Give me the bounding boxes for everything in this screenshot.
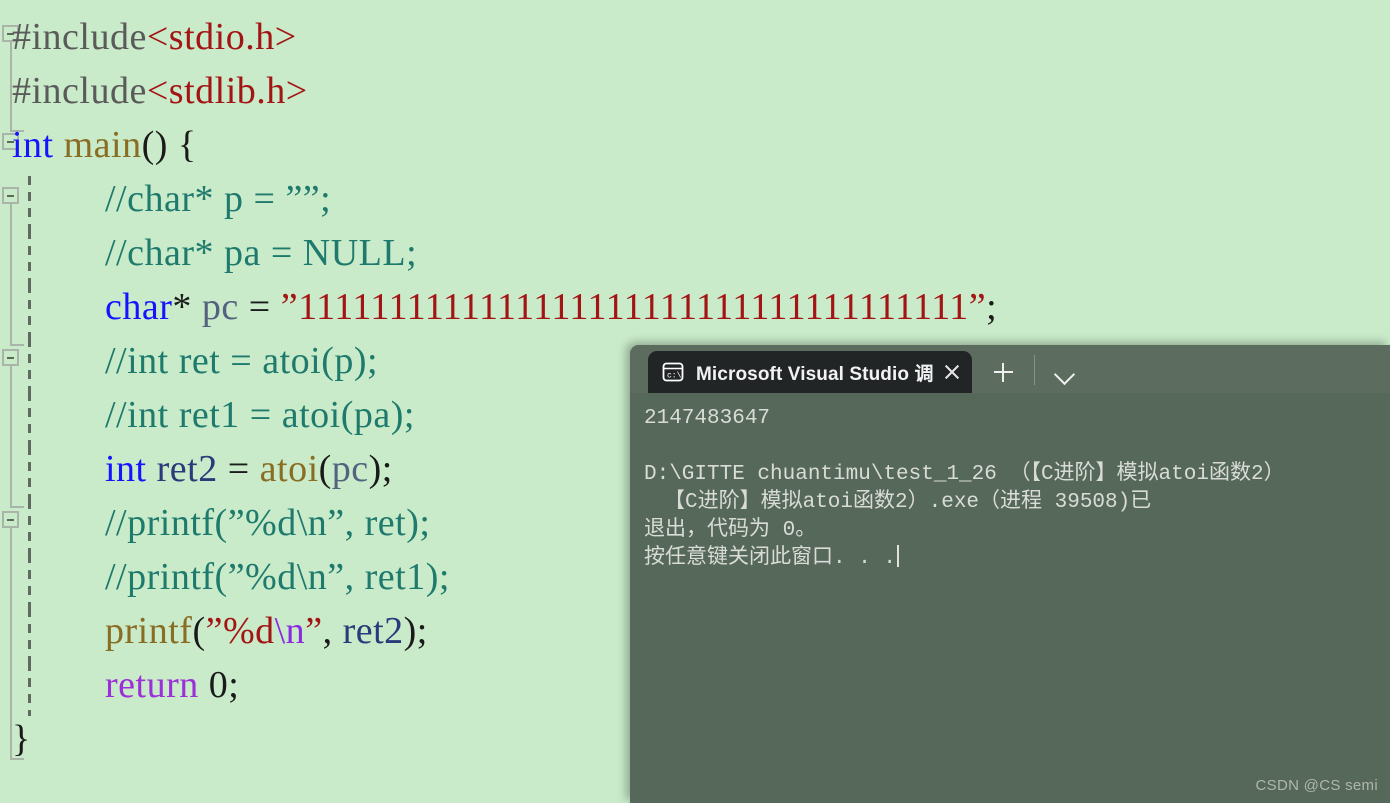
code-line[interactable]: //char* pa = NULL; (0, 226, 1390, 280)
chevron-down-icon[interactable] (1047, 355, 1081, 389)
code-line[interactable]: //char* p = ””; (0, 172, 1390, 226)
console-cmd-icon: c:\ (662, 361, 684, 383)
code-token: * (172, 286, 202, 328)
code-token: ” (305, 610, 323, 652)
code-token: ; (228, 664, 240, 706)
indent-guide (28, 338, 31, 392)
code-token: ); (403, 610, 428, 652)
console-output[interactable]: 2147483647 D:\GITTE chuantimu\test_1_26 （… (630, 393, 1390, 803)
console-line-text: D:\GITTE chuantimu\test_1_26 （【C进阶】模拟ato… (644, 463, 1285, 486)
console-tab[interactable]: c:\ Microsoft Visual Studio 调试控 (648, 351, 972, 393)
console-line: 按任意键关闭此窗口. . . (644, 545, 1390, 573)
indent-guide (28, 662, 31, 716)
code-token: ); (368, 448, 393, 490)
code-token: ”” (285, 178, 321, 220)
code-token: \n (274, 610, 306, 652)
code-token: printf (105, 610, 193, 652)
svg-text:c:\: c:\ (667, 372, 682, 381)
indent-guide (28, 500, 31, 554)
code-token: //char* pa = NULL; (105, 232, 418, 274)
close-icon[interactable] (938, 358, 966, 386)
code-token: <stdlib.h> (146, 70, 308, 112)
console-line: 退出，代码为 0。 (644, 517, 1390, 545)
code-token: ; (320, 178, 332, 220)
code-token: char (105, 286, 173, 328)
code-token: int (12, 124, 54, 166)
code-token: () { (141, 124, 197, 166)
code-token: return (105, 664, 199, 706)
code-token: ”1111111111111111111111111111111111111” (280, 286, 987, 328)
console-caret (897, 545, 900, 567)
console-tab-title: Microsoft Visual Studio 调试控 (696, 363, 934, 385)
indent-guide (28, 554, 31, 608)
indent-guide (28, 176, 31, 230)
console-line: 2147483647 (644, 405, 1390, 433)
console-title-bar[interactable]: c:\ Microsoft Visual Studio 调试控 (630, 345, 1390, 393)
console-line-text: 按任意键关闭此窗口. . . (644, 547, 897, 570)
code-token: ret2 (342, 610, 404, 652)
plus-icon[interactable] (986, 355, 1020, 389)
code-token: , (322, 610, 343, 652)
code-token: 0 (208, 664, 229, 706)
code-token: pc (201, 286, 239, 328)
csdn-watermark: CSDN @CS semi (1255, 777, 1378, 794)
code-token: //char* p = (105, 178, 286, 220)
code-line[interactable]: int main() { (0, 118, 1390, 172)
code-token: //printf(”%d\n”, ret1); (105, 556, 450, 598)
code-token: //int ret = atoi(p); (105, 340, 379, 382)
code-line[interactable]: char* pc = ”1111111111111111111111111111… (0, 280, 1390, 334)
code-token: = (238, 286, 281, 328)
indent-guide (28, 392, 31, 446)
code-line[interactable]: #include<stdio.h> (0, 10, 1390, 64)
code-token: //int ret1 = atoi(pa); (105, 394, 415, 436)
indent-guide (28, 284, 31, 338)
code-token: } (12, 718, 31, 760)
code-token: <stdio.h> (146, 16, 297, 58)
indent-guide (28, 230, 31, 284)
code-token: main (63, 124, 142, 166)
console-line-text: 2147483647 (644, 407, 771, 430)
indent-guide (28, 608, 31, 662)
code-token: pc (331, 448, 369, 490)
indent-guide (28, 446, 31, 500)
code-token: atoi (259, 448, 319, 490)
screenshot-root: #include<stdio.h> #include<stdlib.h> int m… (0, 0, 1390, 803)
code-line[interactable]: #include<stdlib.h> (0, 64, 1390, 118)
code-token: ; (986, 286, 998, 328)
code-token: ( (318, 448, 332, 490)
console-line: D:\GITTE chuantimu\test_1_26 （【C进阶】模拟ato… (644, 461, 1390, 489)
console-window[interactable]: c:\ Microsoft Visual Studio 调试控 21474836… (630, 345, 1390, 803)
toolbar-divider (1034, 355, 1035, 385)
console-line-text: 退出，代码为 0。 (644, 519, 817, 542)
code-token: ( (192, 610, 206, 652)
console-line: 【C进阶】模拟atoi函数2）.exe（进程 39508)已 (644, 489, 1390, 517)
code-token: = (217, 448, 260, 490)
console-line-text: 【C进阶】模拟atoi函数2）.exe（进程 39508)已 (664, 491, 1152, 514)
code-token: int (105, 448, 147, 490)
code-token: //printf(”%d\n”, ret); (105, 502, 431, 544)
code-token: ret2 (156, 448, 218, 490)
code-token: #include (12, 16, 147, 58)
code-token: ”%d (205, 610, 275, 652)
code-token: #include (12, 70, 147, 112)
